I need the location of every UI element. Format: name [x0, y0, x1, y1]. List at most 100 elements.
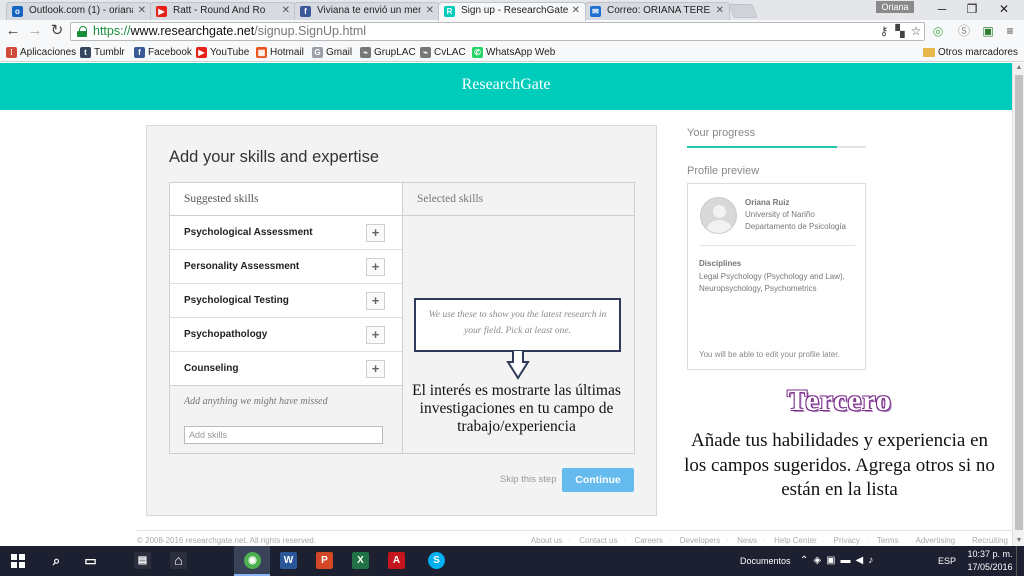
bookmark-item[interactable]: ⌁ GrupLAC — [360, 43, 416, 62]
footer-link[interactable]: Developers — [680, 536, 720, 545]
new-tab-button[interactable] — [728, 4, 758, 18]
search-button[interactable]: ⌕ — [38, 546, 74, 576]
documents-toolbar[interactable]: Documentos — [740, 546, 791, 576]
extension-green-icon[interactable]: ◎ — [931, 24, 945, 38]
bookmark-item[interactable]: ✆ WhatsApp Web — [472, 43, 555, 62]
windows-start-icon[interactable] — [11, 554, 25, 568]
footer-link[interactable]: Privacy — [834, 536, 860, 545]
taskbar-app[interactable]: A — [378, 546, 414, 576]
researchgate-icon: R — [444, 6, 455, 17]
bookmark-item[interactable]: f Facebook — [134, 43, 192, 62]
close-icon[interactable]: ✕ — [716, 3, 724, 19]
bookmark-label: Gmail — [326, 47, 353, 58]
address-bar[interactable]: https://www.researchgate.net/signup.Sign… — [70, 22, 925, 41]
bookmark-item[interactable]: ⌁ CvLAC — [420, 43, 466, 62]
add-skill-button[interactable]: + — [366, 292, 385, 310]
plus-icon: + — [371, 361, 380, 376]
disciplines-label: Disciplines — [699, 259, 742, 268]
taskbar-app[interactable]: S — [418, 546, 454, 576]
footer-link[interactable]: Contact us — [579, 536, 617, 545]
minimize-icon[interactable]: ─ — [928, 1, 956, 17]
clock[interactable]: 10:37 p. m. 17/05/2016 — [964, 548, 1016, 574]
youtube-icon: ▶ — [156, 6, 167, 17]
footer-link[interactable]: Recruiting — [972, 536, 1008, 545]
taskbar-app[interactable]: X — [342, 546, 378, 576]
tab-facebook[interactable]: f Viviana te envió un mensaje ✕ — [294, 2, 440, 20]
footer-link[interactable]: About us — [531, 536, 563, 545]
add-skills-input[interactable] — [184, 426, 383, 444]
page-scrollbar[interactable]: ▲ ▼ — [1012, 63, 1024, 546]
selected-skills-header: Selected skills — [403, 183, 634, 216]
language-indicator[interactable]: ESP — [938, 546, 956, 576]
url-path: /signup.SignUp.html — [254, 24, 367, 38]
close-icon[interactable]: ✕ — [138, 3, 146, 19]
add-skill-button[interactable]: + — [366, 224, 385, 242]
menu-icon[interactable]: ≡ — [1003, 24, 1017, 38]
skip-step-link[interactable]: Skip this step — [500, 474, 557, 485]
separator: · — [763, 536, 766, 545]
screen: o Outlook.com (1) - orianaru ✕ ▶ Ratt - … — [0, 0, 1024, 576]
taskbar-app[interactable]: P — [306, 546, 342, 576]
back-icon[interactable]: ← — [4, 22, 22, 40]
separator: · — [568, 536, 572, 545]
translate-icon[interactable]: ▚ — [893, 24, 907, 38]
step-title: Tercero — [787, 384, 892, 417]
footer-link[interactable]: News — [737, 536, 757, 545]
show-desktop-button[interactable] — [1016, 546, 1024, 576]
add-skill-button[interactable]: + — [366, 360, 385, 378]
taskbar-app[interactable]: ◉ — [234, 546, 270, 576]
bookmark-item[interactable]: G Gmail — [312, 43, 352, 62]
selected-skills-hint: We use these to show you the latest rese… — [414, 298, 621, 352]
page-footer: © 2008-2016 researchgate.net. All rights… — [137, 530, 1012, 546]
scroll-down-icon[interactable]: ▼ — [1013, 536, 1024, 546]
bookmark-item[interactable]: t Tumblr — [80, 43, 125, 62]
other-bookmarks[interactable]: Otros marcadores — [922, 43, 1018, 62]
footer-link[interactable]: Careers — [634, 536, 662, 545]
tab-title: Outlook.com (1) - orianaru — [29, 5, 133, 16]
reload-icon[interactable]: ↻ — [48, 22, 66, 40]
star-icon[interactable]: ☆ — [909, 24, 923, 38]
window-close-icon[interactable]: ✕ — [990, 1, 1018, 17]
tray-icons[interactable]: ⌃◈▣▬◀♪ — [800, 546, 878, 576]
link-icon: ⌁ — [420, 47, 431, 58]
taskbar-app[interactable]: W — [270, 546, 306, 576]
scroll-thumb[interactable] — [1015, 75, 1023, 530]
continue-button[interactable]: Continue — [562, 468, 634, 492]
scroll-up-icon[interactable]: ▲ — [1013, 63, 1024, 73]
bookmark-label: Aplicaciones — [20, 47, 77, 58]
close-icon[interactable]: ✕ — [282, 3, 290, 19]
add-skill-button[interactable]: + — [366, 258, 385, 276]
bookmark-item[interactable]: ▦ Hotmail — [256, 43, 304, 62]
skill-row: Personality Assessment + — [170, 250, 402, 284]
bookmark-item[interactable]: ▶ YouTube — [196, 43, 249, 62]
profile-preview-card: Oriana Ruiz University of Nariño Departa… — [687, 183, 866, 370]
skype-extension-icon[interactable]: Ⓢ — [957, 24, 971, 38]
separator: · — [623, 536, 627, 545]
disciplines-list: Legal Psychology (Psychology and Law), N… — [699, 272, 845, 293]
forward-icon[interactable]: → — [26, 22, 44, 40]
taskbar-app[interactable]: ▤ — [124, 546, 160, 576]
separator: · — [904, 536, 908, 545]
suggested-skills-column: Suggested skills Psychological Assessmen… — [170, 183, 402, 453]
footer-link[interactable]: Advertising — [916, 536, 956, 545]
add-skill-button[interactable]: + — [366, 326, 385, 344]
bookmark-item[interactable]: ⁞ Aplicaciones — [6, 43, 76, 62]
extension-box-icon[interactable]: ▣ — [981, 24, 995, 38]
tab-outlook[interactable]: o Outlook.com (1) - orianaru ✕ — [6, 2, 152, 20]
tab-researchgate[interactable]: R Sign up - ResearchGate ✕ — [438, 2, 586, 21]
key-icon[interactable]: ⚷ — [877, 24, 891, 38]
site-logo[interactable]: ResearchGate — [0, 76, 1012, 94]
tab-youtube[interactable]: ▶ Ratt - Round And Round ✕ — [150, 2, 296, 20]
bookmark-label: WhatsApp Web — [486, 47, 556, 58]
tab-mail[interactable]: ✉ Correo: ORIANA TERESA R ✕ — [584, 2, 730, 20]
footer-link[interactable]: Help Center — [774, 536, 817, 545]
restore-icon[interactable]: ❐ — [958, 1, 986, 17]
footer-link[interactable]: Terms — [877, 536, 899, 545]
close-icon[interactable]: ✕ — [572, 3, 580, 19]
task-view-button[interactable]: ▭ — [72, 546, 108, 576]
close-icon[interactable]: ✕ — [426, 3, 434, 19]
taskbar-app[interactable]: ⌂ — [160, 546, 196, 576]
youtube-icon: ▶ — [196, 47, 207, 58]
taskbar: ⌕ ▭ ▤ ⌂ ◉ W P X A S Documentos ⌃◈▣▬◀♪ ES… — [0, 546, 1024, 576]
profile-badge[interactable]: Oriana — [876, 1, 914, 13]
